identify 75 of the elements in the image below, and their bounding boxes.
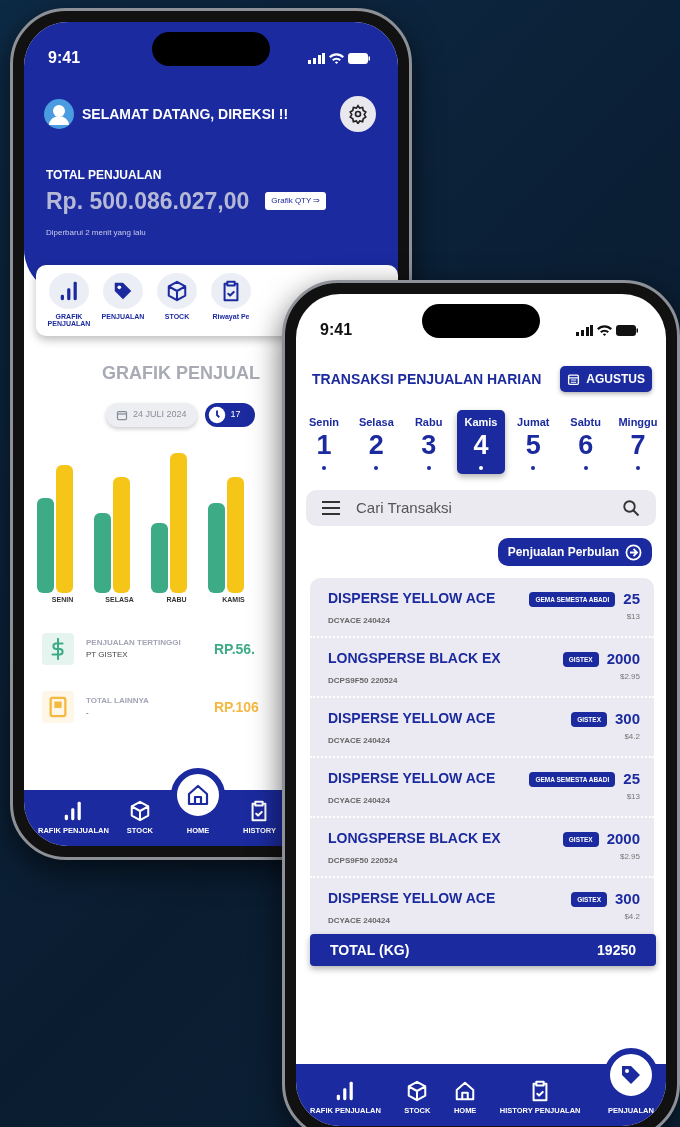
bar <box>151 522 168 593</box>
clock-icon <box>207 405 226 424</box>
product-code: DCPS9F50 220524 <box>328 675 399 688</box>
settings-button[interactable] <box>340 96 376 132</box>
day-tab[interactable]: Minggu 7 <box>613 410 662 475</box>
stat-value: RP.56. <box>214 639 255 659</box>
wifi-icon <box>597 324 612 336</box>
time-picker[interactable]: 17 <box>204 402 255 427</box>
gear-icon <box>348 104 368 124</box>
day-tab[interactable]: Selasa 2 <box>352 410 401 475</box>
quantity: 300 <box>614 889 640 910</box>
day-tab[interactable]: Senin 1 <box>300 410 348 475</box>
product-name: DISPERSE YELLOW ACE <box>328 709 496 729</box>
product-code: DCPS9F50 220524 <box>328 855 399 868</box>
total-label: TOTAL (KG) <box>330 940 410 960</box>
quantity: 2000 <box>606 649 640 670</box>
price: $4.2 <box>624 730 640 743</box>
chart-qty-button[interactable]: Grafik QTY ⇒ <box>265 192 327 211</box>
greeting-text: SELAMAT DATANG, DIREKSI !! <box>82 104 289 124</box>
stat-value: RP.106 <box>214 697 259 717</box>
price: $13 <box>626 610 640 623</box>
quantity: 25 <box>623 589 640 610</box>
stat-subtitle: - <box>86 707 90 720</box>
battery-icon <box>348 52 370 64</box>
total-value: 19250 <box>597 940 636 960</box>
product-name: DISPERSE YELLOW ACE <box>328 589 496 609</box>
quantity: 300 <box>614 709 640 730</box>
day-tab[interactable]: Kamis 4 <box>457 410 505 475</box>
wifi-icon <box>329 52 344 64</box>
product-name: LONGSPERSE BLACK EX <box>328 649 501 669</box>
day-tab[interactable]: Sabtu 6 <box>561 410 610 475</box>
screen-title: TRANSAKSI PENJUALAN HARIAN <box>312 369 542 389</box>
bar-chart-icon <box>58 279 80 302</box>
home-icon <box>185 782 210 807</box>
price: $4.2 <box>624 910 640 923</box>
total-label: TOTAL PENJUALAN <box>46 167 163 184</box>
calendar-icon <box>567 372 581 386</box>
chart-title: GRAFIK PENJUAL <box>102 361 260 385</box>
product-name: DISPERSE YELLOW ACE <box>328 769 496 789</box>
box-icon <box>128 799 151 822</box>
search-icon[interactable] <box>622 499 640 518</box>
month-button[interactable]: AGUSTUS <box>560 366 652 392</box>
day-tab[interactable]: Jumat 5 <box>509 410 558 475</box>
calendar-icon <box>116 408 128 421</box>
menu-icon[interactable] <box>322 501 340 516</box>
monthly-sales-button[interactable]: Penjualan Perbulan <box>497 538 652 567</box>
product-code: DCYACE 240424 <box>328 615 391 628</box>
box-icon <box>166 279 188 302</box>
product-code: DCYACE 240424 <box>328 735 391 748</box>
product-name: DISPERSE YELLOW ACE <box>328 889 496 909</box>
signal-icon <box>576 324 593 336</box>
updated-note: Diperbarui 2 menit yang lalu <box>46 226 147 239</box>
signal-icon <box>308 52 325 64</box>
status-time: 9:41 <box>320 320 353 340</box>
quantity: 2000 <box>606 829 640 850</box>
quantity: 25 <box>623 769 640 790</box>
price: $2.95 <box>619 850 640 863</box>
product-name: LONGSPERSE BLACK EX <box>328 829 501 849</box>
avatar-icon <box>44 99 74 129</box>
stat-label: TOTAL LAINNYA <box>86 695 150 708</box>
day-tab[interactable]: Rabu 3 <box>404 410 453 475</box>
status-time: 9:41 <box>48 48 81 68</box>
product-code: DCYACE 240424 <box>328 915 391 928</box>
price: $2.95 <box>619 670 640 683</box>
arrow-right-icon <box>625 543 642 561</box>
stat-label: PENJUALAN TERTINGGI <box>86 637 182 650</box>
search-field[interactable]: Cari Transaksi <box>306 490 656 527</box>
home-icon <box>454 1079 477 1102</box>
box-icon <box>406 1079 429 1102</box>
stat-subtitle: PT GISTEX <box>86 649 129 662</box>
battery-icon <box>616 324 638 336</box>
total-amount: Rp. 500.086.027,00 <box>46 187 250 216</box>
search-input[interactable]: Cari Transaksi <box>354 495 608 521</box>
price: $13 <box>626 790 640 803</box>
product-code: DCYACE 240424 <box>328 795 391 808</box>
